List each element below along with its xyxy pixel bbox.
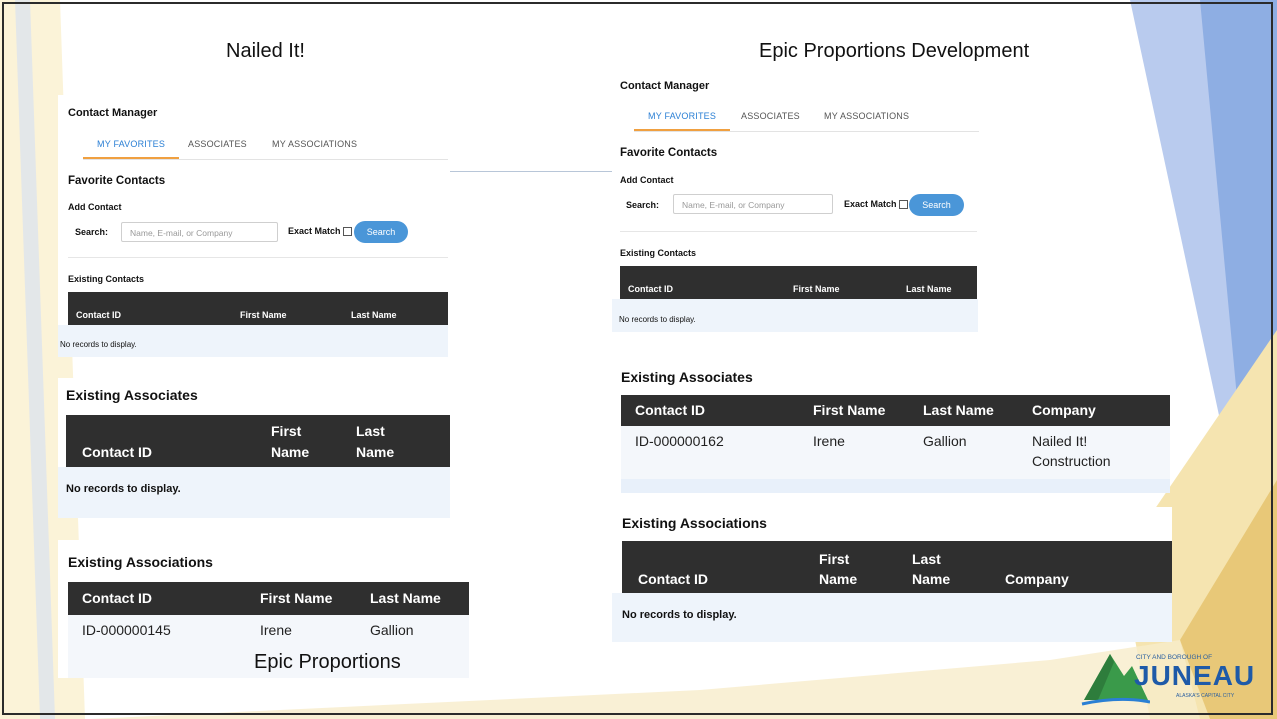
logo-name: JUNEAU	[1134, 660, 1256, 691]
col-first-name[interactable]: First Name	[793, 284, 840, 294]
col-company[interactable]: Company	[1032, 402, 1096, 418]
bottom-caption: Epic Proportions	[254, 651, 401, 673]
contacts-table-header: Contact ID First Name Last Name	[68, 292, 448, 325]
associates-table-header: Contact ID First Name Last Name	[66, 415, 450, 467]
slide: Nailed It! Epic Proportions Development …	[0, 0, 1277, 719]
col-first-name[interactable]: First Name	[260, 590, 332, 606]
tab-my-favorites[interactable]: MY FAVORITES	[634, 105, 731, 131]
associations-table-header: Contact ID First Name Last Name	[68, 582, 469, 615]
tab-bar: MY FAVORITES ASSOCIATES MY ASSOCIATIONS	[634, 105, 979, 132]
col-last-name-line2: Name	[356, 444, 395, 460]
col-last-name-line2: Name	[912, 571, 951, 587]
right-title: Epic Proportions Development	[759, 40, 1030, 62]
exact-match-checkbox[interactable]	[342, 227, 352, 237]
divider	[68, 257, 448, 258]
col-first-name-line2: Name	[819, 571, 858, 587]
contact-manager-title: Contact Manager	[620, 80, 710, 92]
tab-bar: MY FAVORITES ASSOCIATES MY ASSOCIATIONS	[83, 133, 448, 160]
cell-first-name: Irene	[813, 433, 845, 449]
cell-company-line2: Construction	[1032, 453, 1111, 469]
connector-line	[450, 171, 617, 172]
search-input[interactable]: Name, E-mail, or Company	[673, 194, 833, 214]
no-records-text: No records to display.	[622, 609, 737, 621]
exact-match-option[interactable]: Exact Match	[288, 226, 352, 237]
col-company[interactable]: Company	[1005, 571, 1069, 587]
existing-contacts-heading: Existing Contacts	[68, 274, 145, 284]
cell-contact-id: ID-000000145	[82, 622, 171, 638]
associations-table-header: Contact ID First Name Last Name Company	[622, 541, 1172, 593]
left-contact-manager: Contact Manager MY FAVORITES ASSOCIATES …	[58, 95, 448, 357]
divider	[620, 231, 977, 232]
left-title: Nailed It!	[226, 40, 305, 62]
contacts-table-body: No records to display.	[58, 325, 448, 357]
col-contact-id[interactable]: Contact ID	[635, 402, 705, 418]
col-first-name[interactable]: First Name	[240, 310, 287, 320]
associations-table-body: No records to display.	[612, 593, 1172, 642]
existing-contacts-heading: Existing Contacts	[620, 248, 697, 258]
col-contact-id[interactable]: Contact ID	[82, 590, 152, 606]
existing-associations-heading: Existing Associations	[68, 554, 213, 570]
col-last-label[interactable]: Last	[356, 423, 385, 439]
col-last-name[interactable]: Last Name	[923, 402, 994, 418]
exact-match-label: Exact Match	[288, 226, 341, 236]
exact-match-option[interactable]: Exact Match	[844, 199, 908, 210]
left-existing-associates: Existing Associates Contact ID First Nam…	[58, 378, 450, 518]
favorite-contacts-heading: Favorite Contacts	[68, 175, 166, 187]
right-existing-associations: Existing Associations Contact ID First N…	[612, 507, 1172, 642]
cell-first-name: Irene	[260, 622, 292, 638]
associates-table-header: Contact ID First Name Last Name Company	[621, 395, 1170, 426]
existing-associates-heading: Existing Associates	[621, 369, 753, 385]
tab-associates[interactable]: ASSOCIATES	[188, 133, 247, 157]
contacts-table-header: Contact ID First Name Last Name	[620, 266, 977, 299]
search-button[interactable]: Search	[354, 221, 408, 243]
col-contact-id[interactable]: Contact ID	[82, 444, 152, 460]
col-last-name[interactable]: Last Name	[370, 590, 441, 606]
existing-associations-heading: Existing Associations	[622, 515, 767, 531]
contacts-table-body: No records to display.	[612, 299, 978, 332]
col-last-name[interactable]: Last Name	[906, 284, 952, 294]
right-contact-manager: Contact Manager MY FAVORITES ASSOCIATES …	[612, 75, 980, 332]
no-records-text: No records to display.	[66, 483, 181, 495]
cell-last-name: Gallion	[370, 622, 414, 638]
search-input[interactable]: Name, E-mail, or Company	[121, 222, 278, 242]
col-last-label[interactable]: Last	[912, 551, 941, 567]
juneau-logo: CITY AND BOROUGH OF JUNEAU ALASKA'S CAPI…	[1080, 648, 1260, 710]
contact-manager-title: Contact Manager	[68, 107, 158, 119]
associates-table-row[interactable]: ID-000000162 Irene Gallion Nailed It! Co…	[621, 426, 1170, 493]
cell-company: Nailed It!	[1032, 433, 1088, 449]
add-contact-heading: Add Contact	[620, 175, 674, 185]
exact-match-label: Exact Match	[844, 199, 897, 209]
col-first-name-line2: Name	[271, 444, 310, 460]
cell-last-name: Gallion	[923, 433, 967, 449]
col-last-name[interactable]: Last Name	[351, 310, 397, 320]
search-label: Search:	[75, 227, 109, 237]
row-footer-band	[621, 479, 1170, 493]
favorite-contacts-heading: Favorite Contacts	[620, 147, 718, 159]
col-first-label[interactable]: First	[819, 551, 849, 567]
tab-associates[interactable]: ASSOCIATES	[741, 105, 800, 129]
no-records-text: No records to display.	[619, 315, 696, 324]
associates-table-body: No records to display.	[58, 467, 450, 518]
right-existing-associates: Existing Associates Contact ID First Nam…	[612, 360, 1170, 493]
exact-match-checkbox[interactable]	[898, 200, 908, 210]
col-contact-id[interactable]: Contact ID	[638, 571, 708, 587]
existing-associates-heading: Existing Associates	[66, 387, 198, 403]
no-records-text: No records to display.	[60, 340, 137, 349]
cell-contact-id: ID-000000162	[635, 433, 724, 449]
col-first-label[interactable]: First	[271, 423, 301, 439]
tab-my-associations[interactable]: MY ASSOCIATIONS	[824, 105, 909, 129]
col-first-name[interactable]: First Name	[813, 402, 885, 418]
col-contact-id[interactable]: Contact ID	[628, 284, 673, 294]
search-label: Search:	[626, 200, 660, 210]
add-contact-heading: Add Contact	[68, 202, 122, 212]
logo-tagline: ALASKA'S CAPITAL CITY	[1176, 693, 1235, 699]
tab-my-favorites[interactable]: MY FAVORITES	[83, 133, 180, 159]
search-button[interactable]: Search	[909, 194, 964, 216]
tab-my-associations[interactable]: MY ASSOCIATIONS	[272, 133, 357, 157]
col-contact-id[interactable]: Contact ID	[76, 310, 121, 320]
